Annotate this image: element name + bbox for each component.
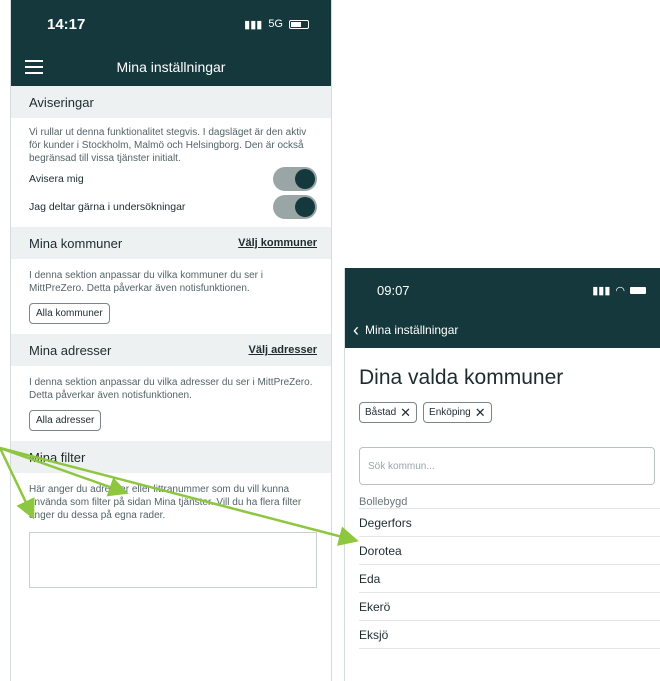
section-description: I denna sektion anpassar du vilka kommun… [29, 270, 264, 294]
battery-icon [289, 19, 309, 29]
status-icons: ▮▮▮ 5G [244, 18, 309, 31]
page-title: Dina valda kommuner [359, 366, 564, 389]
close-icon[interactable]: ✕ [400, 406, 411, 419]
section-body-filter: Här anger du adresser eller littranummer… [11, 473, 331, 598]
status-bar: 09:07 ▮▮▮ ◠ [345, 268, 660, 312]
list-item[interactable]: Bollebygd [359, 495, 660, 509]
section-title: Aviseringar [29, 94, 94, 110]
signal-icon: ▮▮▮ [592, 284, 611, 297]
status-bar: 14:17 ▮▮▮ 5G [11, 0, 331, 48]
section-body-aviseringar: Vi rullar ut denna funktionalitet stegvi… [11, 118, 331, 227]
toggle-row-notify: Avisera mig [29, 165, 317, 193]
page-title: Mina inställningar [116, 59, 226, 75]
choose-municipalities-link[interactable]: Välj kommuner [238, 237, 317, 249]
notify-toggle[interactable] [273, 167, 317, 191]
municipalities-screen: 09:07 ▮▮▮ ◠ ‹ Mina inställningar Dina va… [344, 268, 660, 681]
wifi-icon: ◠ [615, 284, 625, 297]
section-title: Mina kommuner [29, 235, 123, 251]
all-addresses-button[interactable]: Alla adresser [29, 410, 102, 431]
all-municipalities-button[interactable]: Alla kommuner [29, 303, 110, 324]
back-label: Mina inställningar [365, 323, 459, 337]
section-body-kommuner: I denna sektion anpassar du vilka kommun… [11, 259, 331, 334]
chip-enkoping[interactable]: Enköping ✕ [423, 402, 492, 423]
list-item[interactable]: Dorotea [359, 537, 660, 565]
network-label: 5G [268, 18, 283, 30]
signal-icon: ▮▮▮ [244, 18, 263, 31]
section-body-adresser: I denna sektion anpassar du vilka adress… [11, 366, 331, 441]
municipality-search-input[interactable] [359, 447, 655, 485]
list-item[interactable]: Eksjö [359, 621, 660, 649]
chevron-left-icon: ‹ [353, 320, 359, 340]
list-item[interactable]: Ekerö [359, 593, 660, 621]
section-title: Mina adresser [29, 342, 112, 358]
filter-textarea[interactable] [29, 532, 317, 588]
chip-bastad[interactable]: Båstad ✕ [359, 402, 418, 423]
close-icon[interactable]: ✕ [475, 406, 486, 419]
chip-label: Enköping [429, 407, 471, 418]
section-title: Mina filter [29, 449, 86, 465]
list-item[interactable]: Eda [359, 565, 660, 593]
selected-chips: Båstad ✕ Enköping ✕ [359, 402, 660, 423]
status-icons: ▮▮▮ ◠ [592, 284, 646, 297]
section-description: I denna sektion anpassar du vilka adress… [29, 377, 313, 401]
section-header-adresser: Mina adresser Välj adresser [11, 334, 331, 366]
toggle-label: Jag deltar gärna i undersökningar [29, 201, 186, 213]
status-time: 09:07 [377, 282, 410, 298]
choose-addresses-link[interactable]: Välj adresser [249, 344, 318, 356]
chip-label: Båstad [365, 407, 397, 418]
battery-icon [630, 286, 646, 294]
toggle-label: Avisera mig [29, 173, 84, 185]
top-nav: Mina inställningar [11, 48, 331, 86]
municipality-list: Bollebygd Degerfors Dorotea Eda Ekerö Ek… [359, 495, 660, 649]
back-button[interactable]: ‹ Mina inställningar [345, 312, 660, 348]
section-header-kommuner: Mina kommuner Välj kommuner [11, 227, 331, 259]
hamburger-icon[interactable] [25, 60, 43, 74]
section-description: Vi rullar ut denna funktionalitet stegvi… [29, 127, 307, 164]
section-description: Här anger du adresser eller littranummer… [29, 484, 302, 521]
status-time: 14:17 [47, 15, 86, 33]
section-header-aviseringar: Aviseringar [11, 86, 331, 118]
toggle-row-surveys: Jag deltar gärna i undersökningar [29, 193, 317, 221]
section-header-filter: Mina filter [11, 441, 331, 473]
settings-screen: 14:17 ▮▮▮ 5G Mina inställningar Aviserin… [10, 0, 332, 681]
list-item[interactable]: Degerfors [359, 509, 660, 537]
surveys-toggle[interactable] [273, 195, 317, 219]
